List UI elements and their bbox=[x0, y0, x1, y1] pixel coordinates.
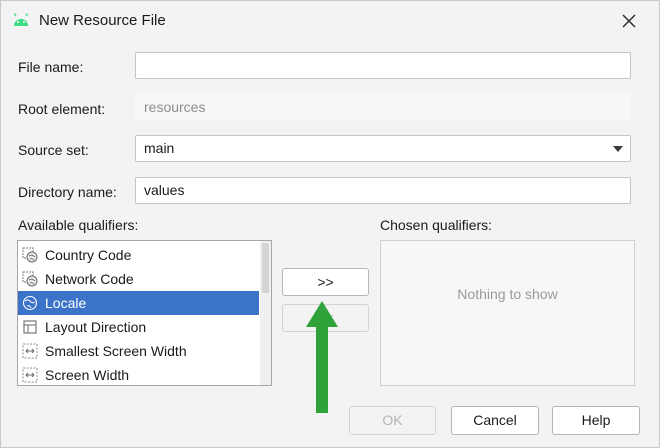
screen-width-icon bbox=[22, 367, 38, 383]
qualifier-label: Locale bbox=[45, 295, 87, 311]
cancel-button[interactable]: Cancel bbox=[451, 406, 539, 435]
add-qualifier-button[interactable]: >> bbox=[282, 268, 369, 296]
qualifier-label: Smallest Screen Width bbox=[45, 343, 187, 359]
scrollbar-thumb[interactable] bbox=[262, 243, 269, 293]
qualifier-item-network-code[interactable]: Network Code bbox=[18, 267, 259, 291]
list-scrollbar[interactable] bbox=[260, 241, 271, 385]
dialog-title: New Resource File bbox=[39, 12, 166, 29]
source-set-label: Source set: bbox=[18, 142, 89, 158]
ok-button[interactable]: OK bbox=[349, 406, 436, 435]
available-qualifiers-list[interactable]: Country Code Network Code Locale Layout … bbox=[17, 240, 272, 386]
qualifier-item-smallest-screen-width[interactable]: Smallest Screen Width bbox=[18, 339, 259, 363]
empty-list-message: Nothing to show bbox=[457, 286, 558, 302]
source-set-dropdown[interactable]: main bbox=[135, 135, 631, 162]
root-element-placeholder: resources bbox=[144, 99, 206, 115]
qualifier-label: Network Code bbox=[45, 271, 134, 287]
available-qualifiers-label: Available qualifiers: bbox=[18, 217, 139, 233]
directory-name-value: values bbox=[144, 182, 185, 198]
qualifier-label: Country Code bbox=[45, 247, 132, 263]
screen-width-icon bbox=[22, 343, 38, 359]
network-code-icon bbox=[22, 271, 38, 287]
file-name-input[interactable] bbox=[135, 52, 631, 79]
directory-name-input[interactable]: values bbox=[135, 177, 631, 204]
qualifier-label: Layout Direction bbox=[45, 319, 147, 335]
chosen-qualifiers-label: Chosen qualifiers: bbox=[380, 217, 493, 233]
source-set-value: main bbox=[144, 140, 175, 156]
title-bar: New Resource File bbox=[1, 1, 659, 41]
chosen-qualifiers-list[interactable]: Nothing to show bbox=[380, 240, 635, 386]
layout-direction-icon bbox=[23, 320, 37, 334]
new-resource-file-dialog: New Resource File File name: Root elemen… bbox=[0, 0, 660, 448]
close-icon[interactable] bbox=[617, 9, 641, 33]
android-icon bbox=[13, 13, 29, 26]
root-element-label: Root element: bbox=[18, 101, 106, 117]
qualifier-item-layout-direction[interactable]: Layout Direction bbox=[18, 315, 259, 339]
globe-icon bbox=[22, 295, 38, 311]
file-name-label: File name: bbox=[18, 59, 84, 75]
chevron-down-icon bbox=[613, 146, 623, 152]
qualifier-item-screen-width[interactable]: Screen Width bbox=[18, 363, 259, 385]
root-element-field: resources bbox=[135, 94, 631, 121]
directory-name-label: Directory name: bbox=[18, 184, 117, 200]
qualifier-label: Screen Width bbox=[45, 367, 130, 383]
qualifier-item-country-code[interactable]: Country Code bbox=[18, 243, 259, 267]
annotation-arrow-icon bbox=[306, 301, 338, 413]
help-button[interactable]: Help bbox=[552, 406, 640, 435]
country-code-icon bbox=[22, 247, 38, 263]
qualifier-item-locale[interactable]: Locale bbox=[18, 291, 259, 315]
